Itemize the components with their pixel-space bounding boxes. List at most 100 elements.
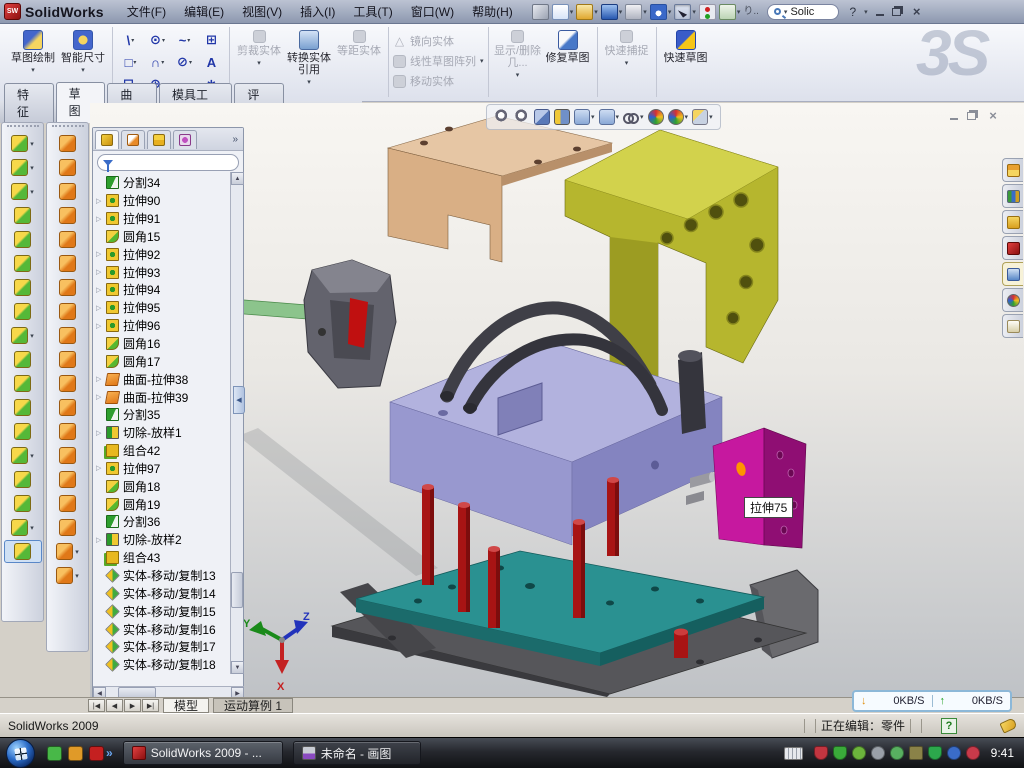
sketch-entity-tool-7[interactable]: A — [198, 55, 225, 70]
mirror-entities-button[interactable]: △ 镜向实体 — [393, 33, 484, 49]
view-orientation-button[interactable]: ▾ — [574, 109, 595, 125]
tree-item[interactable]: 圆角19 — [93, 495, 243, 513]
tool-elbow-surface[interactable] — [49, 348, 87, 371]
restore-button[interactable] — [892, 8, 901, 16]
tree-item[interactable]: ▷曲面-拉伸38 — [93, 370, 243, 388]
dropdown-arrow-icon[interactable]: ▾ — [737, 8, 741, 16]
tool-revolved-surface[interactable] — [49, 156, 87, 179]
stoplight-icon[interactable] — [699, 4, 716, 20]
menu-item-1[interactable]: 编辑(E) — [175, 0, 233, 23]
tool-move-copy-body[interactable] — [4, 420, 42, 443]
file-explorer-folder-tab[interactable] — [1002, 210, 1023, 234]
sync-busy-icon[interactable] — [966, 746, 980, 760]
help-dropdown-icon[interactable]: ▾ — [864, 8, 868, 16]
sketch-entity-tool-4[interactable]: □▾ — [117, 55, 144, 70]
move-entities-button[interactable]: 移动实体 — [393, 73, 484, 89]
quick-snaps-button[interactable]: 快速捕捉 ▾ — [602, 27, 652, 67]
tool-swept-boss[interactable] — [4, 204, 42, 227]
tags-icon[interactable] — [999, 717, 1017, 733]
save-icon[interactable] — [601, 4, 618, 20]
tree-item[interactable]: 圆角15 — [93, 228, 243, 246]
tool-untrim-surface[interactable] — [49, 468, 87, 491]
sketch-entity-tool-5[interactable]: ∩▾ — [144, 55, 171, 70]
search-dropdown-icon[interactable]: ▾ — [784, 8, 788, 16]
expand-arrow-icon[interactable]: ▷ — [96, 215, 106, 223]
partial-icon[interactable]: り.. — [743, 4, 759, 20]
sketch-entity-tool-1[interactable]: ⊙▾ — [144, 32, 171, 48]
menu-item-6[interactable]: 帮助(H) — [463, 0, 522, 23]
media-player-icon[interactable] — [68, 746, 83, 761]
tree-item[interactable]: ▷切除-放样2 — [93, 531, 243, 549]
custom-properties-tab[interactable] — [1002, 314, 1023, 338]
taskbar-clock[interactable]: 9:41 — [991, 746, 1014, 760]
dropdown-arrow-icon[interactable]: ▾ — [591, 113, 595, 121]
dropdown-arrow-icon[interactable]: ▾ — [131, 37, 134, 44]
expand-arrow-icon[interactable]: ▷ — [96, 429, 106, 437]
configurationmanager-tab[interactable] — [147, 130, 171, 149]
sync-ok-icon[interactable] — [947, 746, 961, 760]
tool-measure-tool[interactable] — [4, 540, 42, 563]
display-delete-relations-button[interactable]: 显示/删除几... ▾ — [493, 27, 543, 79]
sketch-dropdown-icon[interactable]: ▾ — [31, 66, 35, 74]
file-explorer-tab[interactable] — [1002, 262, 1023, 286]
dropdown-arrow-icon[interactable]: ▾ — [685, 113, 689, 121]
doc-close-button[interactable]: × — [985, 109, 1001, 122]
tree-item[interactable]: 分割36 — [93, 513, 243, 531]
featuremanager-tab[interactable] — [95, 130, 119, 149]
expand-arrow-icon[interactable]: ▷ — [96, 304, 106, 312]
view-settings-button[interactable]: ▾ — [692, 109, 713, 125]
tool-delete-body[interactable]: ▾ — [4, 444, 42, 467]
linear-sketch-pattern-button[interactable]: 线性草图阵列 ▾ — [393, 53, 484, 69]
dropdown-arrow-icon[interactable]: ▾ — [75, 572, 79, 580]
messenger-icon[interactable] — [47, 746, 62, 761]
tool-rib[interactable] — [4, 348, 42, 371]
tool-extruded-boss-base[interactable]: ▾ — [4, 132, 42, 155]
tool-planar-surface[interactable] — [49, 276, 87, 299]
sketch-entity-tool-0[interactable]: \▾ — [117, 33, 144, 48]
tree-item[interactable]: ▷切除-放样1 — [93, 424, 243, 442]
propertymanager-tab[interactable] — [121, 130, 145, 149]
dropdown-arrow-icon[interactable]: ▾ — [30, 164, 34, 172]
print-icon[interactable] — [625, 4, 642, 20]
convert-entities-button[interactable]: 转换实体引用 ▾ — [284, 27, 334, 86]
zoom-area-button[interactable] — [514, 109, 530, 125]
doc-restore-button[interactable] — [967, 112, 976, 120]
tool-thicken[interactable] — [49, 516, 87, 539]
minimize-button[interactable] — [876, 8, 884, 16]
dropdown-arrow-icon[interactable]: ▾ — [75, 548, 79, 556]
solidworks-resources-tab[interactable] — [1002, 158, 1023, 182]
bottom-tab-1[interactable]: 运动算例 1 — [213, 698, 293, 713]
sketch-entity-tool-3[interactable]: ⊞ — [198, 32, 225, 48]
quick-tips-icon[interactable]: ? — [941, 718, 957, 734]
dropdown-arrow-icon[interactable]: ▾ — [30, 332, 34, 340]
start-button[interactable] — [6, 739, 35, 768]
taskbar-window-0[interactable]: SolidWorks 2009 - ... — [123, 741, 283, 765]
dropdown-arrow-icon[interactable]: ▾ — [570, 8, 574, 16]
dropdown-arrow-icon[interactable]: ▾ — [162, 37, 165, 44]
tool-ruled-surface[interactable] — [49, 324, 87, 347]
section-view-button[interactable] — [554, 109, 570, 125]
tree-vertical-scrollbar[interactable]: ▲ ▼ — [230, 172, 243, 674]
toolbox-tab[interactable] — [1002, 236, 1023, 260]
tree-item[interactable]: ▷拉伸94 — [93, 281, 243, 299]
dropdown-arrow-icon[interactable]: ▾ — [709, 113, 713, 121]
dropdown-arrow-icon[interactable]: ▾ — [133, 59, 136, 66]
previous-view-button[interactable] — [534, 109, 550, 125]
taskbar-window-1[interactable]: 未命名 - 画图 — [293, 741, 421, 765]
tree-item[interactable]: 圆角17 — [93, 352, 243, 370]
convert-dropdown-icon[interactable]: ▾ — [307, 78, 311, 86]
expand-arrow-icon[interactable]: ▷ — [96, 322, 106, 330]
tool-lofted-surface[interactable] — [49, 204, 87, 227]
new-icon[interactable] — [552, 4, 569, 20]
bottom-tab-0[interactable]: 模型 — [163, 698, 209, 713]
tree-item[interactable]: ▷拉伸90 — [93, 192, 243, 210]
part-gray-cam[interactable] — [304, 260, 396, 388]
tree-filter-box[interactable] — [97, 154, 239, 171]
menu-item-4[interactable]: 工具(T) — [344, 0, 401, 23]
security-shield-icon[interactable] — [814, 746, 828, 760]
toolbar-grip[interactable] — [7, 125, 39, 128]
tool-extend-surface[interactable] — [49, 420, 87, 443]
part-magenta-block[interactable] — [713, 428, 806, 548]
apply-scene-button[interactable]: ▾ — [668, 109, 689, 125]
menu-item-3[interactable]: 插入(I) — [291, 0, 344, 23]
